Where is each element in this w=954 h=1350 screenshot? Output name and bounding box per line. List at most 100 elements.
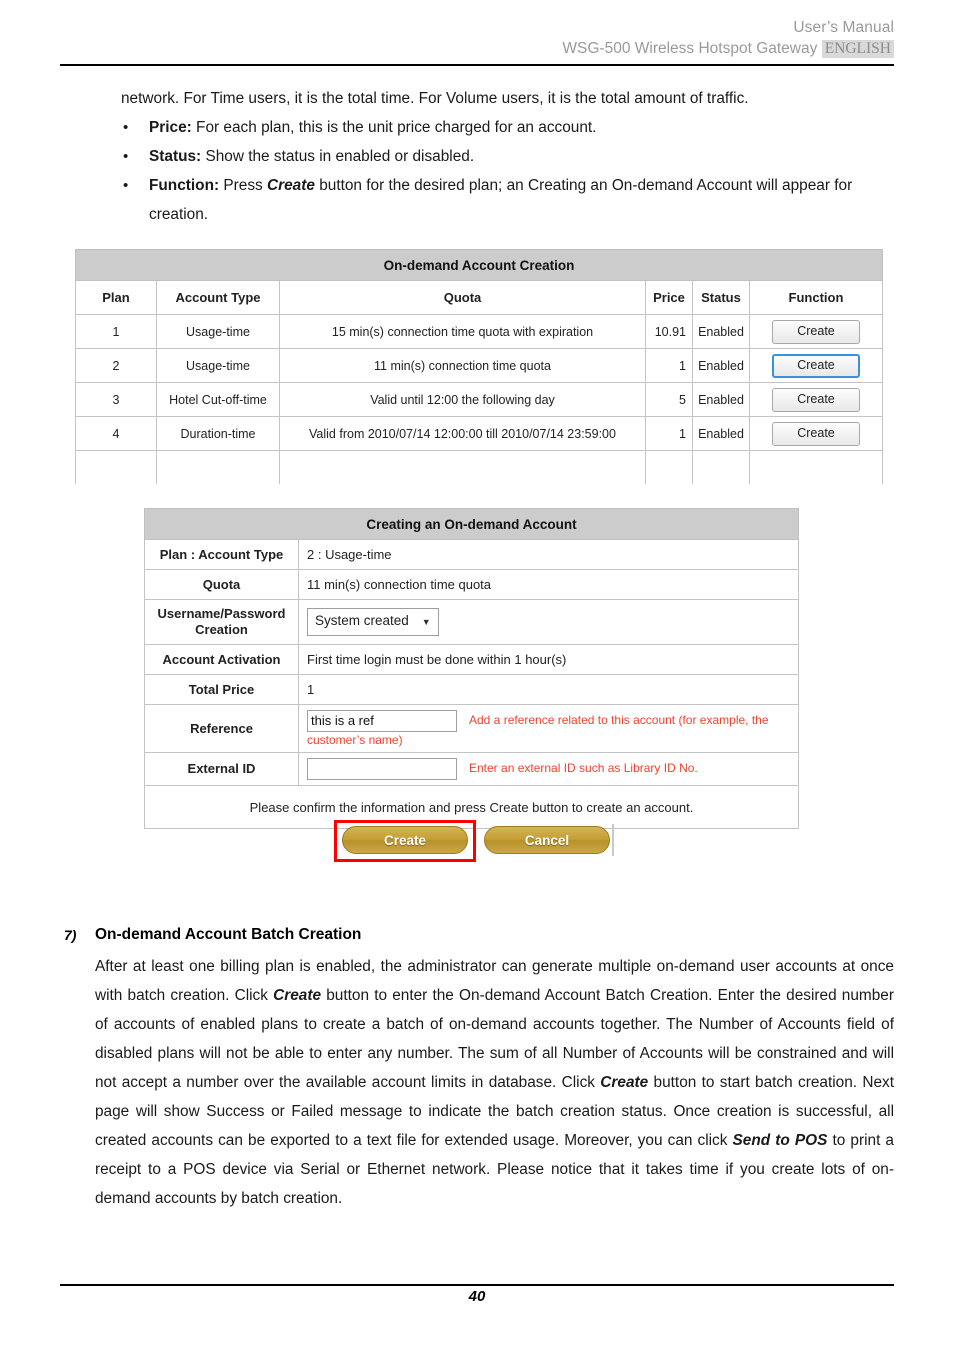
bullet-marker-icon: • bbox=[123, 119, 129, 136]
continuation-line: network. For Time users, it is the total… bbox=[121, 90, 749, 107]
column-header-price: Price bbox=[645, 280, 693, 315]
bullet-price-text: For each plan, this is the unit price ch… bbox=[191, 119, 597, 136]
value-quota: 11 min(s) connection time quota bbox=[298, 569, 799, 600]
intro-text-block: network. For Time users, it is the total… bbox=[121, 84, 896, 229]
label-external-id: External ID bbox=[144, 752, 299, 786]
table-row: 4 Duration-time Valid from 2010/07/14 12… bbox=[75, 416, 883, 451]
document-header: User’s Manual WSG-500 Wireless Hotspot G… bbox=[60, 18, 894, 59]
cell-price: 5 bbox=[645, 382, 693, 417]
form-row-external-id: External ID Enter an external ID such as… bbox=[144, 752, 799, 786]
cell-price: 1 bbox=[645, 416, 693, 451]
bullet-price: • Price: For each plan, this is the unit… bbox=[121, 113, 896, 142]
section-number: 7) bbox=[64, 927, 77, 943]
form-row-quota: Quota 11 min(s) connection time quota bbox=[144, 569, 799, 600]
select-value: System created bbox=[315, 613, 409, 628]
create-button-plan-2[interactable]: Create bbox=[772, 353, 860, 378]
label-account-activation: Account Activation bbox=[144, 644, 299, 675]
cell-function: Create bbox=[749, 348, 883, 383]
column-header-quota: Quota bbox=[279, 280, 646, 315]
chevron-down-icon: ▼ bbox=[421, 617, 431, 627]
table-title: On-demand Account Creation bbox=[75, 249, 883, 281]
form-row-total-price: Total Price 1 bbox=[144, 674, 799, 705]
table-header-row: Plan Account Type Quota Price Status Fun… bbox=[75, 280, 883, 315]
reference-input[interactable]: this is a ref bbox=[307, 710, 457, 732]
form-action-buttons: Create Cancel bbox=[334, 820, 634, 864]
form-row-plan-account-type: Plan : Account Type 2 : Usage-time bbox=[144, 539, 799, 570]
bullet-function-term: Function: bbox=[149, 177, 220, 194]
cell-price: 10.91 bbox=[645, 314, 693, 349]
manual-title: User’s Manual bbox=[793, 19, 894, 36]
form-row-reference: Reference this is a ref Add a reference r… bbox=[144, 704, 799, 753]
cell-status: Enabled bbox=[692, 348, 750, 383]
column-header-plan: Plan bbox=[75, 280, 157, 315]
label-total-price: Total Price bbox=[144, 674, 299, 705]
cell-username-password-creation: System created ▼ bbox=[298, 599, 799, 645]
cell-quota: Valid until 12:00 the following day bbox=[279, 382, 646, 417]
section-heading: On-demand Account Batch Creation bbox=[95, 926, 362, 943]
section-heading-row: 7) On-demand Account Batch Creation bbox=[62, 922, 894, 948]
cell-function: Create bbox=[749, 382, 883, 417]
create-button-plan-3[interactable]: Create bbox=[772, 387, 860, 412]
cancel-button[interactable]: Cancel bbox=[484, 826, 610, 854]
form-row-username-password-creation: Username/Password Creation System create… bbox=[144, 599, 799, 645]
cell-account-type: Usage-time bbox=[156, 314, 280, 349]
cell-price: 1 bbox=[645, 348, 693, 383]
table-title-row: Creating an On-demand Account bbox=[144, 508, 799, 540]
bullet-status-text: Show the status in enabled or disabled. bbox=[201, 148, 475, 165]
cell-plan: 2 bbox=[75, 348, 157, 383]
creating-ondemand-account-table: Creating an On-demand Account Plan : Acc… bbox=[144, 508, 799, 829]
column-header-account-type: Account Type bbox=[156, 280, 280, 315]
bullet-function-text-1: Press bbox=[219, 177, 267, 194]
ondemand-account-creation-table: On-demand Account Creation Plan Account … bbox=[75, 249, 883, 484]
cell-external-id: Enter an external ID such as Library ID … bbox=[298, 752, 799, 786]
bullet-marker-icon: • bbox=[123, 177, 129, 194]
cell-quota: 15 min(s) connection time quota with exp… bbox=[279, 314, 646, 349]
bullet-price-term: Price: bbox=[149, 119, 192, 136]
decorative-edge bbox=[612, 824, 614, 856]
bullet-status-term: Status: bbox=[149, 148, 202, 165]
language-badge: ENGLISH bbox=[821, 40, 894, 58]
create-button-plan-1[interactable]: Create bbox=[772, 319, 860, 344]
column-header-status: Status bbox=[692, 280, 750, 315]
cell-status: Enabled bbox=[692, 314, 750, 349]
cell-reference: this is a ref Add a reference related to … bbox=[298, 704, 799, 753]
column-header-function: Function bbox=[749, 280, 883, 315]
paragraph-emphasis-3: Send to POS bbox=[732, 1132, 828, 1149]
section-batch-creation: 7) On-demand Account Batch Creation Afte… bbox=[62, 922, 894, 1213]
external-id-input[interactable] bbox=[307, 758, 457, 780]
cell-status: Enabled bbox=[692, 382, 750, 417]
table-row-truncated bbox=[75, 450, 883, 484]
form-title: Creating an On-demand Account bbox=[144, 508, 799, 540]
cell-plan: 3 bbox=[75, 382, 157, 417]
value-total-price: 1 bbox=[298, 674, 799, 705]
cell-function: Create bbox=[749, 416, 883, 451]
product-name: WSG-500 Wireless Hotspot Gateway bbox=[562, 40, 818, 57]
username-password-creation-select[interactable]: System created ▼ bbox=[307, 608, 439, 636]
product-title-line: WSG-500 Wireless Hotspot Gateway ENGLISH bbox=[60, 38, 894, 59]
section-paragraph: After at least one billing plan is enabl… bbox=[62, 952, 894, 1213]
cell-account-type: Hotel Cut-off-time bbox=[156, 382, 280, 417]
bullet-function-emphasis: Create bbox=[267, 177, 315, 194]
label-quota: Quota bbox=[144, 569, 299, 600]
cell-plan: 4 bbox=[75, 416, 157, 451]
label-username-password-creation: Username/Password Creation bbox=[144, 599, 299, 645]
page-number: 40 bbox=[468, 1288, 486, 1305]
label-plan-account-type: Plan : Account Type bbox=[144, 539, 299, 570]
value-account-activation: First time login must be done within 1 h… bbox=[298, 644, 799, 675]
cell-status: Enabled bbox=[692, 416, 750, 451]
form-row-account-activation: Account Activation First time login must… bbox=[144, 644, 799, 675]
bullet-function: • Function: Press Create button for the … bbox=[121, 171, 896, 229]
bullet-status: • Status: Show the status in enabled or … bbox=[121, 142, 896, 171]
external-id-hint: Enter an external ID such as Library ID … bbox=[469, 761, 698, 776]
bullet-marker-icon: • bbox=[123, 148, 129, 165]
cell-account-type: Duration-time bbox=[156, 416, 280, 451]
table-row: 3 Hotel Cut-off-time Valid until 12:00 t… bbox=[75, 382, 883, 417]
paragraph-emphasis-2: Create bbox=[600, 1074, 649, 1091]
footer-divider bbox=[60, 1284, 894, 1286]
paragraph-emphasis-1: Create bbox=[273, 987, 322, 1004]
label-reference: Reference bbox=[144, 704, 299, 753]
table-row: 1 Usage-time 15 min(s) connection time q… bbox=[75, 314, 883, 349]
create-button-plan-4[interactable]: Create bbox=[772, 421, 860, 446]
cell-quota: Valid from 2010/07/14 12:00:00 till 2010… bbox=[279, 416, 646, 451]
cell-quota: 11 min(s) connection time quota bbox=[279, 348, 646, 383]
